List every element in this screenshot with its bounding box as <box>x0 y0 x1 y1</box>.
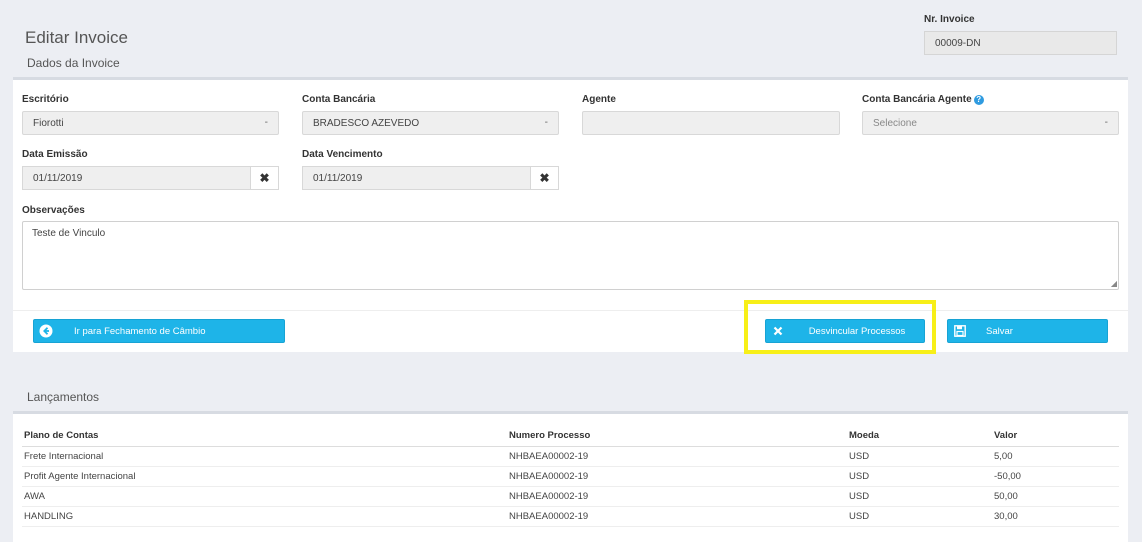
highlight-box <box>744 300 936 354</box>
conta-bancaria-select[interactable]: BRADESCO AZEVEDO - <box>302 111 559 135</box>
conta-bancaria-agente-placeholder: Selecione <box>873 118 917 129</box>
column-header: Moeda <box>847 426 992 447</box>
agente-field[interactable] <box>582 111 840 135</box>
page-title: Editar Invoice <box>25 28 128 47</box>
clear-icon[interactable]: ✖ <box>531 166 559 190</box>
save-button[interactable]: Salvar <box>947 319 1108 343</box>
conta-bancaria-agente-select[interactable]: Selecione - <box>862 111 1119 135</box>
data-emissao-group: 01/11/2019 ✖ <box>22 166 279 190</box>
table-cell: USD <box>847 446 992 467</box>
escritorio-select[interactable]: Fiorotti - <box>22 111 279 135</box>
table-cell: HANDLING <box>22 506 507 527</box>
agente-label: Agente <box>582 94 616 105</box>
caret-icon: - <box>1104 117 1108 128</box>
observacoes-value: Teste de Vinculo <box>32 228 106 239</box>
lancamentos-table: Plano de Contas Numero Processo Moeda Va… <box>22 426 1119 527</box>
table-cell: NHBAEA00002-19 <box>507 506 847 527</box>
table-cell: 5,00 <box>992 446 1119 467</box>
data-emissao-input[interactable]: 01/11/2019 <box>22 166 251 190</box>
conta-bancaria-agente-label-text: Conta Bancária Agente <box>862 94 972 105</box>
escritorio-value: Fiorotti <box>33 118 64 129</box>
table-cell: NHBAEA00002-19 <box>507 466 847 487</box>
table-header-row: Plano de Contas Numero Processo Moeda Va… <box>22 426 1119 447</box>
conta-bancaria-value: BRADESCO AZEVEDO <box>313 118 420 129</box>
table-cell: USD <box>847 486 992 507</box>
data-vencimento-input[interactable]: 01/11/2019 <box>302 166 531 190</box>
observacoes-textarea[interactable]: Teste de Vinculo ◢ <box>22 221 1119 290</box>
table-cell: AWA <box>22 486 507 507</box>
floppy-disk-icon <box>948 325 972 337</box>
table-row: Frete Internacional NHBAEA00002-19 USD 5… <box>22 446 1119 467</box>
arrow-left-circle-icon <box>34 324 58 338</box>
data-emissao-label: Data Emissão <box>22 149 88 160</box>
table-row: HANDLING NHBAEA00002-19 USD 30,00 <box>22 506 1119 527</box>
conta-bancaria-label: Conta Bancária <box>302 94 376 105</box>
resize-grip-icon[interactable]: ◢ <box>1111 280 1117 288</box>
observacoes-label: Observações <box>22 205 85 216</box>
caret-icon: - <box>544 117 548 128</box>
help-icon[interactable]: ? <box>973 95 984 105</box>
clear-icon[interactable]: ✖ <box>251 166 279 190</box>
table-cell: 50,00 <box>992 486 1119 507</box>
caret-icon: - <box>264 117 268 128</box>
table-row: AWA NHBAEA00002-19 USD 50,00 <box>22 486 1119 507</box>
table-cell: NHBAEA00002-19 <box>507 446 847 467</box>
save-label: Salvar <box>986 325 1013 337</box>
fechamento-cambio-label: Ir para Fechamento de Câmbio <box>74 325 206 337</box>
invoice-form-card: Escritório Fiorotti - Conta Bancária BRA… <box>13 77 1128 352</box>
escritorio-label: Escritório <box>22 94 69 105</box>
data-vencimento-group: 01/11/2019 ✖ <box>302 166 559 190</box>
table-cell: 30,00 <box>992 506 1119 527</box>
table-cell: USD <box>847 466 992 487</box>
page-subtitle: Dados da Invoice <box>27 56 120 70</box>
nr-invoice-label: Nr. Invoice <box>924 14 975 25</box>
table-cell: NHBAEA00002-19 <box>507 486 847 507</box>
table-row: Profit Agente Internacional NHBAEA00002-… <box>22 466 1119 487</box>
lancamentos-title: Lançamentos <box>27 390 100 404</box>
fechamento-cambio-button[interactable]: Ir para Fechamento de Câmbio <box>33 319 285 343</box>
data-vencimento-label: Data Vencimento <box>302 149 383 160</box>
table-cell: USD <box>847 506 992 527</box>
column-header: Numero Processo <box>507 426 847 447</box>
table-cell: Frete Internacional <box>22 446 507 467</box>
nr-invoice-field: 00009-DN <box>924 31 1117 55</box>
table-cell: -50,00 <box>992 466 1119 487</box>
lancamentos-card: Plano de Contas Numero Processo Moeda Va… <box>13 411 1128 542</box>
conta-bancaria-agente-label: Conta Bancária Agente? <box>862 94 984 105</box>
table-cell: Profit Agente Internacional <box>22 466 507 487</box>
column-header: Plano de Contas <box>22 426 507 447</box>
divider <box>13 310 1128 311</box>
column-header: Valor <box>992 426 1119 447</box>
